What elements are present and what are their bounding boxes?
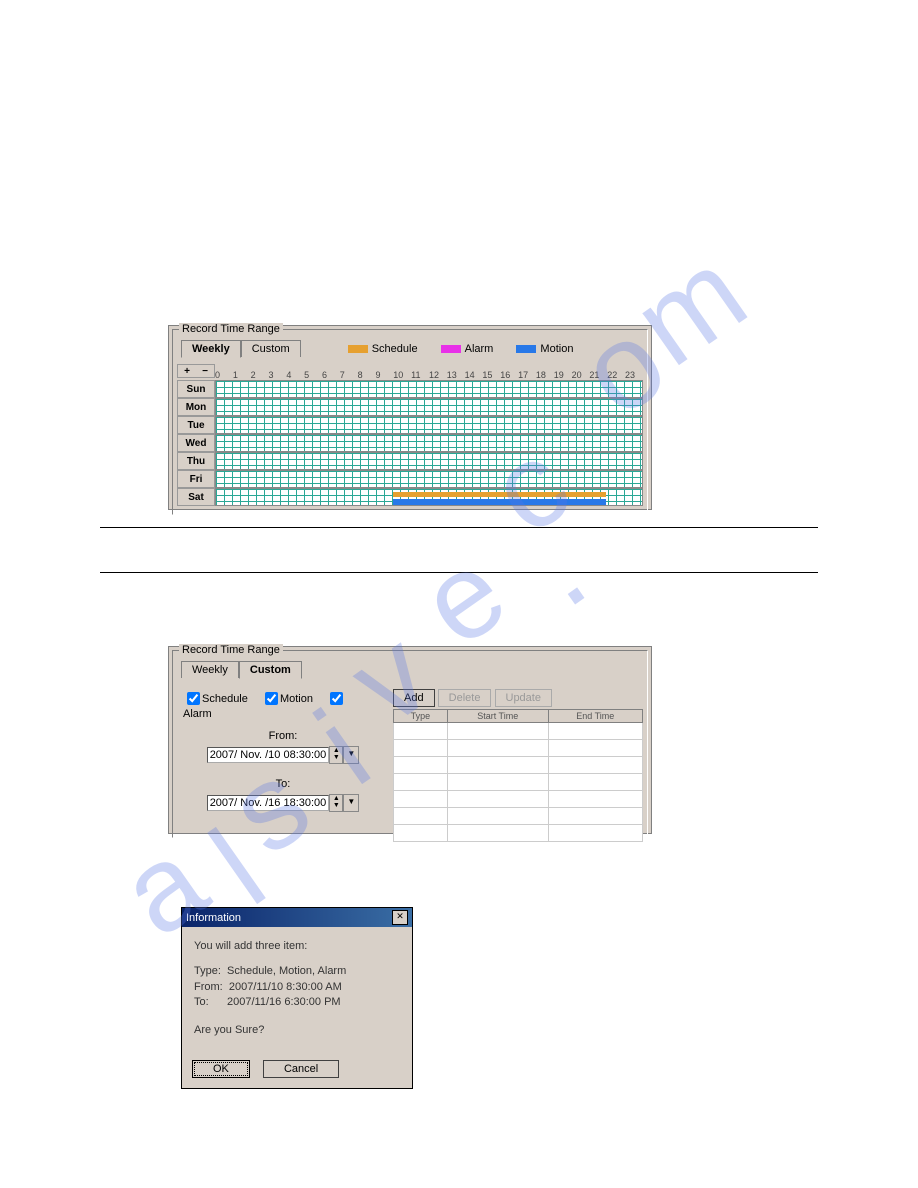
day-label: Mon	[177, 398, 215, 416]
day-label: Fri	[177, 470, 215, 488]
day-grid[interactable]	[215, 488, 643, 506]
day-row-wed[interactable]: Wed	[177, 434, 643, 452]
day-grid[interactable]	[215, 416, 643, 434]
to-datetime[interactable]: 2007/ Nov. /16 18:30:00▲▼▼	[183, 794, 383, 812]
day-label: Tue	[177, 416, 215, 434]
day-grid[interactable]	[215, 398, 643, 416]
dialog-message: You will add three item:	[194, 939, 400, 954]
alarm-label: Alarm	[183, 708, 212, 720]
tab-weekly[interactable]: Weekly	[181, 661, 239, 678]
table-row[interactable]	[394, 774, 643, 791]
day-grid[interactable]	[215, 380, 643, 398]
tab-weekly[interactable]: Weekly	[181, 340, 241, 358]
day-grid[interactable]	[215, 452, 643, 470]
hours-header-row: + − 012345678910111213141516171819202122…	[177, 364, 643, 380]
motion-bar[interactable]	[393, 499, 606, 505]
day-row-sat[interactable]: Sat	[177, 488, 643, 506]
alarm-checkbox[interactable]	[330, 692, 343, 705]
to-value: 2007/11/16 6:30:00 PM	[227, 996, 341, 1008]
day-label: Sun	[177, 380, 215, 398]
spinner-icon[interactable]: ▲▼	[329, 746, 343, 764]
table-row[interactable]	[394, 740, 643, 757]
legend-alarm: Alarm	[465, 343, 494, 355]
minus-button[interactable]: −	[196, 365, 214, 377]
from-datetime[interactable]: 2007/ Nov. /10 08:30:00▲▼▼	[183, 746, 383, 764]
tab-custom[interactable]: Custom	[239, 661, 302, 679]
legend: Schedule Alarm Motion	[344, 343, 574, 355]
close-icon[interactable]: ✕	[392, 910, 408, 925]
day-grid[interactable]	[215, 470, 643, 488]
col-type[interactable]: Type	[394, 710, 448, 723]
table-row[interactable]	[394, 825, 643, 842]
plus-minus-buttons[interactable]: + −	[177, 364, 215, 378]
day-grid[interactable]	[215, 434, 643, 452]
legend-schedule: Schedule	[372, 343, 418, 355]
record-time-range-custom-panel: Record Time Range WeeklyCustom Schedule …	[168, 646, 652, 834]
to-label: To:	[194, 996, 209, 1008]
group-title: Record Time Range	[179, 323, 283, 335]
day-row-tue[interactable]: Tue	[177, 416, 643, 434]
to-value[interactable]: 2007/ Nov. /16 18:30:00	[207, 795, 330, 811]
ok-button[interactable]: OK	[192, 1060, 250, 1078]
from-value[interactable]: 2007/ Nov. /10 08:30:00	[207, 747, 330, 763]
from-label: From:	[194, 981, 223, 993]
tab-custom[interactable]: Custom	[241, 340, 301, 357]
day-label: Sat	[177, 488, 215, 506]
table-row[interactable]	[394, 723, 643, 740]
dropdown-icon[interactable]: ▼	[343, 746, 359, 764]
table-row[interactable]	[394, 757, 643, 774]
schedule-table[interactable]: TypeStart TimeEnd Time	[393, 709, 643, 842]
plus-button[interactable]: +	[178, 365, 196, 377]
day-label: Thu	[177, 452, 215, 470]
separator	[100, 527, 818, 528]
day-row-sun[interactable]: Sun	[177, 380, 643, 398]
dialog-title: Information	[186, 912, 241, 924]
from-label: From:	[183, 730, 383, 742]
type-label: Type:	[194, 965, 221, 977]
record-time-range-weekly-panel: Record Time Range WeeklyCustom Schedule …	[168, 325, 652, 510]
day-row-thu[interactable]: Thu	[177, 452, 643, 470]
dialog-titlebar[interactable]: Information ✕	[182, 908, 412, 927]
motion-checkbox[interactable]	[265, 692, 278, 705]
table-row[interactable]	[394, 808, 643, 825]
table-row[interactable]	[394, 791, 643, 808]
type-value: Schedule, Motion, Alarm	[227, 965, 346, 977]
col-start[interactable]: Start Time	[447, 710, 548, 723]
from-value: 2007/11/10 8:30:00 AM	[229, 981, 342, 993]
col-end[interactable]: End Time	[548, 710, 642, 723]
separator	[100, 572, 818, 573]
confirm-message: Are you Sure?	[194, 1023, 400, 1038]
schedule-bar[interactable]	[393, 492, 606, 497]
legend-motion: Motion	[540, 343, 573, 355]
schedule-label: Schedule	[202, 693, 248, 705]
day-row-fri[interactable]: Fri	[177, 470, 643, 488]
add-button[interactable]: Add	[393, 689, 435, 707]
group-title: Record Time Range	[179, 644, 283, 656]
spinner-icon[interactable]: ▲▼	[329, 794, 343, 812]
cancel-button[interactable]: Cancel	[263, 1060, 339, 1078]
dropdown-icon[interactable]: ▼	[343, 794, 359, 812]
update-button[interactable]: Update	[495, 689, 552, 707]
schedule-checkbox[interactable]	[187, 692, 200, 705]
day-label: Wed	[177, 434, 215, 452]
delete-button[interactable]: Delete	[438, 689, 492, 707]
information-dialog: Information ✕ You will add three item: T…	[181, 907, 413, 1089]
day-row-mon[interactable]: Mon	[177, 398, 643, 416]
to-label: To:	[183, 778, 383, 790]
hours-ruler: 01234567891011121314151617181920212223	[215, 370, 643, 380]
motion-label: Motion	[280, 693, 313, 705]
